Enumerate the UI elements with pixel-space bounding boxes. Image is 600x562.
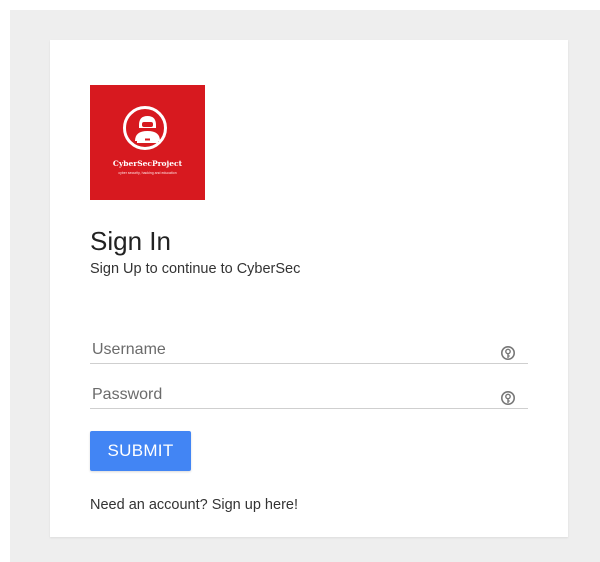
username-input[interactable] xyxy=(92,339,492,361)
hacker-icon xyxy=(135,116,160,143)
username-field xyxy=(90,339,528,364)
password-field xyxy=(90,384,528,409)
login-card: CyberSecProject cyber security, hacking … xyxy=(50,40,568,537)
submit-button[interactable]: SUBMIT xyxy=(90,431,191,471)
signup-link[interactable]: Need an account? Sign up here! xyxy=(90,497,298,513)
password-input[interactable] xyxy=(92,384,492,406)
key-icon[interactable] xyxy=(500,344,516,362)
page-title: Sign In xyxy=(90,226,171,256)
logo-subtitle: cyber security, hacking and education xyxy=(118,171,177,175)
logo-title: CyberSecProject xyxy=(112,159,183,168)
brand-logo: CyberSecProject cyber security, hacking … xyxy=(90,85,205,200)
page-subtitle: Sign Up to continue to CyberSec xyxy=(90,261,301,277)
key-icon[interactable] xyxy=(500,389,516,407)
